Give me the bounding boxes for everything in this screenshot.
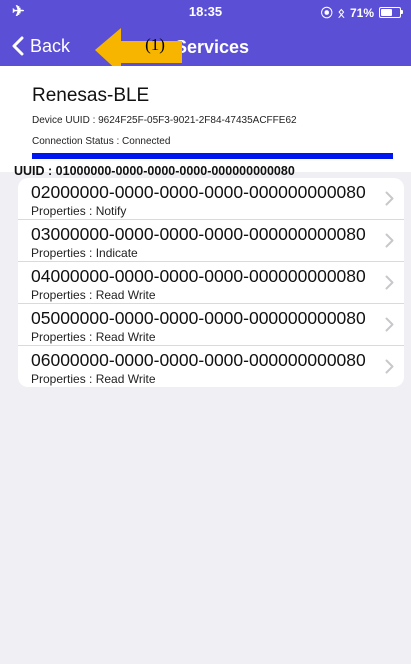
characteristic-row[interactable]: 03000000-0000-0000-0000-000000000080 Prop… bbox=[18, 220, 404, 262]
back-label: Back bbox=[30, 35, 71, 56]
top-bar: ✈ 18:35 ⦿ ᛟ 71% Back Services bbox=[0, 0, 411, 66]
chevron-right-icon bbox=[385, 359, 394, 374]
device-info-panel: Renesas-BLE Device UUID : 9624F25F-05F3-… bbox=[0, 66, 411, 172]
chevron-right-icon bbox=[385, 275, 394, 290]
device-uuid: Device UUID : 9624F25F-05F3-9021-2F84-47… bbox=[32, 115, 297, 126]
characteristic-properties: Properties : Read Write bbox=[31, 288, 156, 302]
page-title: Services bbox=[175, 37, 250, 57]
characteristic-row[interactable]: 06000000-0000-0000-0000-000000000080 Prop… bbox=[18, 346, 404, 387]
device-name: Renesas-BLE bbox=[32, 85, 150, 106]
chevron-right-icon bbox=[385, 191, 394, 206]
chevron-right-icon bbox=[385, 233, 394, 248]
status-right: ⦿ ᛟ 71% bbox=[320, 4, 403, 21]
connection-progress-fill bbox=[32, 153, 393, 159]
characteristic-properties: Properties : Read Write bbox=[31, 330, 156, 344]
battery-percent: 71% bbox=[349, 5, 374, 20]
characteristic-properties: Properties : Notify bbox=[31, 204, 127, 218]
rotation-lock-icon: ⦿ bbox=[320, 6, 333, 20]
bluetooth-icon: ᛟ bbox=[337, 5, 345, 20]
connection-progress-bar bbox=[32, 153, 393, 159]
connection-status: Connection Status : Connected bbox=[32, 136, 171, 147]
characteristic-properties: Properties : Read Write bbox=[31, 372, 156, 386]
characteristic-row[interactable]: 02000000-0000-0000-0000-000000000080 Prop… bbox=[18, 178, 404, 220]
status-bar: ✈ 18:35 ⦿ ᛟ 71% bbox=[0, 0, 411, 22]
chevron-left-icon bbox=[12, 36, 24, 56]
back-button[interactable]: Back bbox=[12, 32, 70, 60]
characteristic-uuid: 02000000-0000-0000-0000-000000000080 bbox=[31, 182, 366, 202]
annotation-label: (1) bbox=[145, 35, 165, 54]
characteristic-uuid: 04000000-0000-0000-0000-000000000080 bbox=[31, 266, 366, 286]
characteristic-row[interactable]: 05000000-0000-0000-0000-000000000080 Prop… bbox=[18, 304, 404, 346]
characteristic-row[interactable]: 04000000-0000-0000-0000-000000000080 Prop… bbox=[18, 262, 404, 304]
service-uuid-header: UUID : 01000000-0000-0000-0000-000000000… bbox=[14, 164, 295, 178]
characteristic-uuid: 05000000-0000-0000-0000-000000000080 bbox=[31, 308, 366, 328]
characteristic-properties: Properties : Indicate bbox=[31, 246, 138, 260]
characteristics-list: 02000000-0000-0000-0000-000000000080 Prop… bbox=[18, 178, 404, 387]
characteristic-uuid: 06000000-0000-0000-0000-000000000080 bbox=[31, 350, 366, 370]
characteristic-uuid: 03000000-0000-0000-0000-000000000080 bbox=[31, 224, 366, 244]
battery-level bbox=[381, 9, 393, 16]
chevron-right-icon bbox=[385, 317, 394, 332]
battery-icon bbox=[379, 7, 403, 18]
navigation-bar: Back Services bbox=[0, 26, 411, 66]
